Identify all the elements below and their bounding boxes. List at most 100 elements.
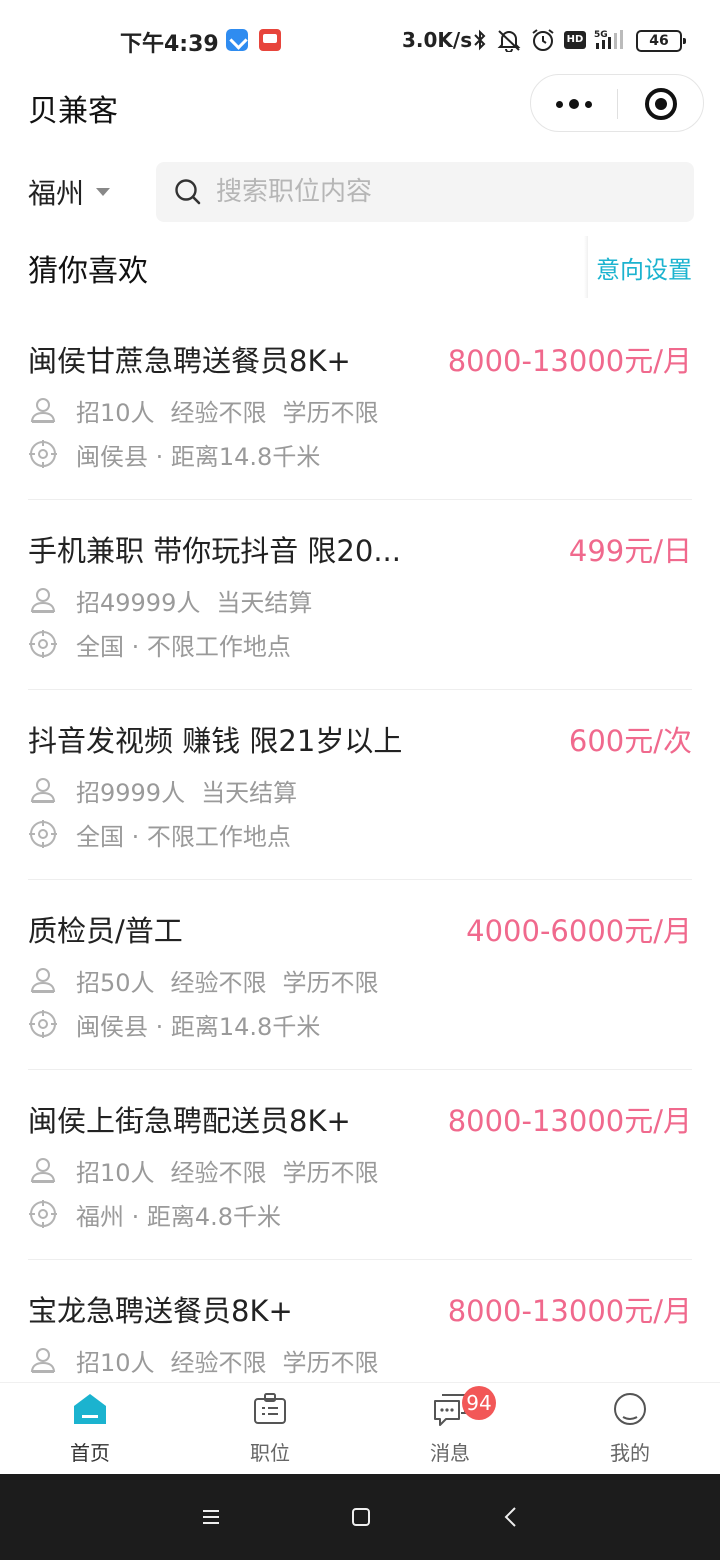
- job-card[interactable]: 质检员/普工 4000-6000元/月 招50人 经验不限 学历不限 闽侯县 · 距离14…: [28, 880, 692, 1070]
- signal-icon: 5G: [594, 30, 623, 49]
- job-requirements: 招49999人 当天结算: [28, 584, 328, 617]
- job-location-text: 闽侯县 · 距离14.8千米: [76, 442, 321, 471]
- bluetooth-icon: [474, 29, 486, 51]
- system-nav-bar: [0, 1474, 720, 1560]
- section-title: 猜你喜欢: [28, 254, 148, 289]
- location-target-icon: [29, 630, 57, 658]
- job-recruit-count: 招10人: [76, 1158, 155, 1187]
- location-target-icon: [29, 1010, 57, 1038]
- network-type: 5G: [594, 30, 608, 40]
- tab-label: 消息: [430, 1441, 470, 1465]
- tab-home[interactable]: 首页: [0, 1383, 180, 1475]
- job-requirements: 招10人 经验不限 学历不限: [28, 394, 395, 427]
- tab-label: 首页: [70, 1441, 110, 1465]
- job-recruit-count: 招9999人: [76, 778, 186, 807]
- job-tag: 经验不限: [170, 1348, 267, 1377]
- job-pay: 8000-13000元/月: [447, 1294, 692, 1328]
- job-requirements: 招50人 经验不限 学历不限: [28, 964, 395, 997]
- job-title: 闽侯甘蔗急聘送餐员8K+: [28, 344, 351, 378]
- app-title: 贝兼客: [28, 94, 118, 129]
- job-card[interactable]: 抖音发视频 赚钱 限21岁以上 600元/次招9999人 当天结算全国 · 不限工作…: [28, 690, 692, 880]
- job-tag: 经验不限: [170, 398, 267, 427]
- mini-program-capsule: [530, 74, 704, 132]
- home-icon: [74, 1394, 106, 1424]
- job-tag: 学历不限: [282, 1158, 379, 1187]
- capsule-divider: [617, 89, 618, 119]
- job-requirements: 招9999人 当天结算: [28, 774, 313, 807]
- search-icon: [175, 179, 201, 205]
- app-reader-icon: [259, 29, 281, 51]
- profile-icon: [614, 1393, 646, 1425]
- job-recruit-count: 招49999人: [76, 588, 201, 617]
- hd-icon: HD: [564, 31, 586, 49]
- job-pay: 600元/次: [568, 724, 692, 758]
- city-selector[interactable]: 福州: [28, 172, 111, 212]
- network-speed: 3.0K/s: [402, 28, 473, 52]
- menu-icon[interactable]: [196, 1502, 226, 1532]
- job-recruit-count: 招10人: [76, 398, 155, 427]
- home-square-icon[interactable]: [346, 1502, 376, 1532]
- tab-jobs[interactable]: 职位: [180, 1383, 360, 1475]
- job-location-text: 福州 · 距离4.8千米: [76, 1202, 282, 1231]
- job-card[interactable]: 闽侯上街急聘配送员8K+ 8000-13000元/月 招10人 经验不限 学历不限 福州 …: [28, 1070, 692, 1260]
- caret-down-icon: [96, 188, 111, 196]
- job-title: 宝龙急聘送餐员8K+: [28, 1294, 293, 1328]
- job-tag: 当天结算: [216, 588, 313, 617]
- job-location: 闽侯县 · 距离14.8千米: [28, 438, 321, 471]
- more-dot-icon: [569, 99, 579, 109]
- search-bar[interactable]: [156, 162, 694, 222]
- job-location-text: 闽侯县 · 距离14.8千米: [76, 1012, 321, 1041]
- tab-label: 职位: [250, 1441, 290, 1465]
- status-time: 下午4:39: [120, 32, 219, 57]
- more-dot-icon: [585, 100, 592, 108]
- location-target-icon: [29, 820, 57, 848]
- job-title: 手机兼职 带你玩抖音 限20...: [28, 534, 401, 568]
- search-input[interactable]: [216, 162, 676, 222]
- tab-profile[interactable]: 我的: [540, 1383, 720, 1475]
- job-location: 福州 · 距离4.8千米: [28, 1198, 282, 1231]
- job-card[interactable]: 手机兼职 带你玩抖音 限20... 499元/日招49999人 当天结算全国 · 不…: [28, 500, 692, 690]
- tab-messages[interactable]: 消息: [360, 1383, 540, 1475]
- job-pay: 8000-13000元/月: [447, 1104, 692, 1138]
- more-dot-icon: [556, 100, 563, 108]
- app-shield-icon: [226, 29, 248, 51]
- job-requirements: 招10人 经验不限 学历不限: [28, 1154, 395, 1187]
- job-tag: 学历不限: [282, 1348, 379, 1377]
- close-target-icon[interactable]: [645, 88, 677, 120]
- job-tag: 经验不限: [170, 1158, 267, 1187]
- job-location: 闽侯县 · 距离14.8千米: [28, 1008, 321, 1041]
- person-icon: [30, 1348, 56, 1373]
- alarm-icon: [532, 29, 554, 51]
- job-recruit-count: 招10人: [76, 1348, 155, 1377]
- battery-icon: 46: [636, 30, 686, 52]
- job-list: 闽侯甘蔗急聘送餐员8K+ 8000-13000元/月 招10人 经验不限 学历不限 闽侯县…: [0, 310, 720, 1382]
- message-badge: 94: [462, 1386, 496, 1420]
- job-pay: 499元/日: [568, 534, 692, 568]
- job-card[interactable]: 宝龙急聘送餐员8K+ 8000-13000元/月招10人 经验不限 学历不限: [28, 1260, 692, 1382]
- job-card[interactable]: 闽侯甘蔗急聘送餐员8K+ 8000-13000元/月招10人 经验不限 学历不限闽侯县…: [28, 310, 692, 500]
- location-target-icon: [29, 440, 57, 468]
- section-divider: [584, 236, 588, 298]
- job-title: 闽侯上街急聘配送员8K+: [28, 1104, 351, 1138]
- job-location-text: 全国 · 不限工作地点: [76, 822, 291, 851]
- job-tag: 当天结算: [201, 778, 298, 807]
- mute-bell-icon: [497, 30, 521, 52]
- job-title: 抖音发视频 赚钱 限21岁以上: [28, 724, 403, 758]
- job-location: 全国 · 不限工作地点: [28, 628, 291, 661]
- job-location: 全国 · 不限工作地点: [28, 818, 291, 851]
- person-icon: [30, 778, 56, 803]
- job-requirements: 招10人 经验不限 学历不限: [28, 1344, 395, 1377]
- tab-label: 我的: [610, 1441, 650, 1465]
- person-icon: [30, 1158, 56, 1183]
- back-icon[interactable]: [496, 1502, 526, 1532]
- job-tag: 经验不限: [170, 968, 267, 997]
- city-name: 福州: [28, 177, 85, 210]
- location-target-icon: [29, 1200, 57, 1228]
- briefcase-icon: [254, 1393, 286, 1424]
- job-pay: 8000-13000元/月: [447, 344, 692, 378]
- intent-settings-link[interactable]: 意向设置: [596, 250, 692, 285]
- more-button[interactable]: [531, 75, 617, 133]
- job-pay: 4000-6000元/月: [466, 914, 692, 948]
- job-tag: 学历不限: [282, 398, 379, 427]
- job-location-text: 全国 · 不限工作地点: [76, 632, 291, 661]
